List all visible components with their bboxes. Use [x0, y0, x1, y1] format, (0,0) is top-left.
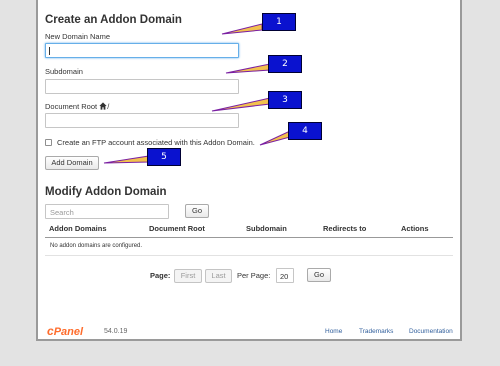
callout-3: 3: [268, 91, 302, 109]
callout-pointer-3: [211, 97, 271, 112]
callout-5: 5: [147, 148, 181, 166]
callout-2: 2: [268, 55, 302, 73]
callout-pointer-1: [221, 23, 263, 35]
annotation-pointers: [103, 23, 291, 164]
callout-4: 4: [288, 122, 322, 140]
callout-pointer-5: [103, 155, 150, 164]
callout-1: 1: [262, 13, 296, 31]
callout-pointer-4: [259, 130, 291, 146]
callout-pointer-2: [225, 63, 271, 74]
